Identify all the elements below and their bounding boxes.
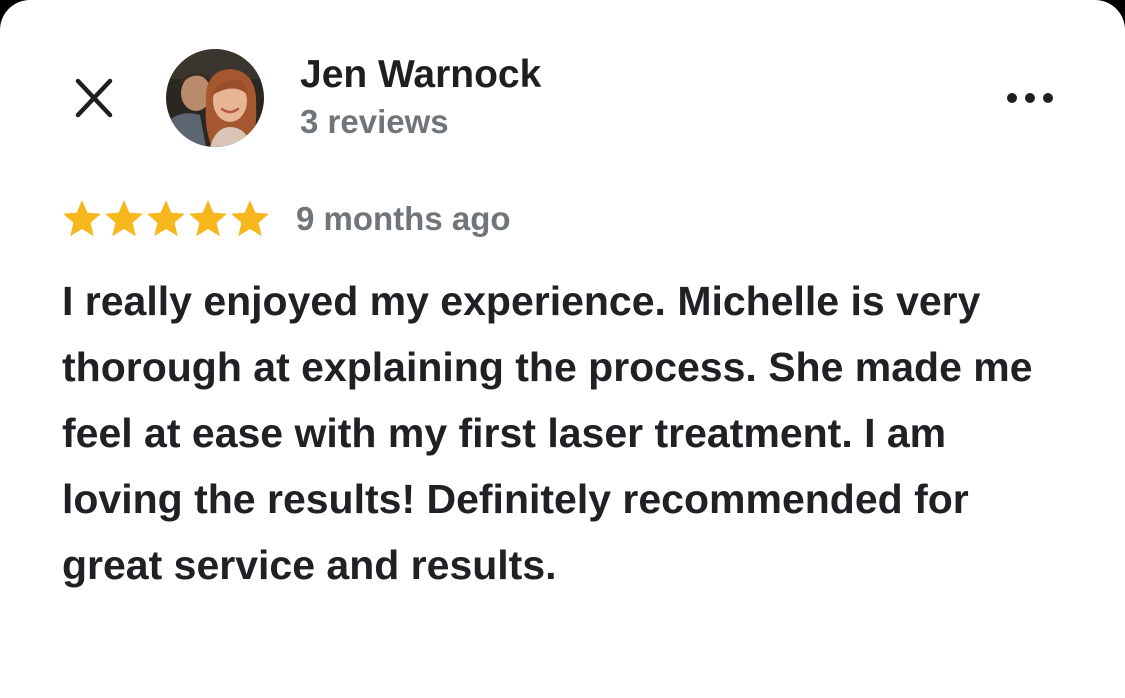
star-icon [63,200,101,237]
star-icon [105,200,143,237]
more-options-icon [1007,93,1053,103]
close-icon [75,78,113,118]
star-icon [147,200,185,237]
review-card: Jen Warnock 3 reviews 9 months ago I rea… [0,0,1125,698]
review-text: I really enjoyed my experience. Michelle… [62,278,1033,588]
reviewer-name[interactable]: Jen Warnock [300,50,541,100]
more-options-button[interactable] [1000,82,1060,114]
close-button[interactable] [64,70,124,130]
avatar-photo [166,49,264,147]
avatar[interactable] [166,49,264,147]
review-count[interactable]: 3 reviews [300,100,449,144]
star-rating [62,197,270,241]
star-icon [231,200,269,237]
star-icon [189,200,227,237]
review-date: 9 months ago [296,200,511,237]
